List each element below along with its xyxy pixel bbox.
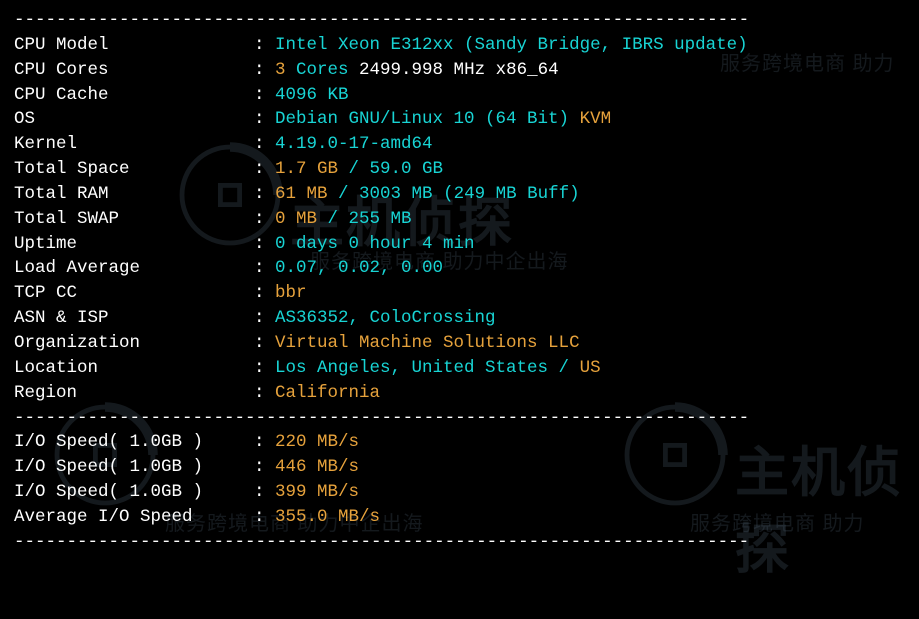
colon-separator: : <box>254 308 275 328</box>
row-value: / <box>349 159 370 179</box>
colon-separator: : <box>254 60 275 80</box>
colon-separator: : <box>254 507 275 527</box>
row-value: 255 MB <box>349 209 412 229</box>
info-row: I/O Speed( 1.0GB ) : 446 MB/s <box>14 455 911 480</box>
separator-line: ----------------------------------------… <box>14 530 911 555</box>
info-row: CPU Cache : 4096 KB <box>14 83 911 108</box>
colon-separator: : <box>254 358 275 378</box>
row-value: 0.07, 0.02, 0.00 <box>275 258 443 278</box>
row-value: 61 MB <box>275 184 338 204</box>
row-value: Virtual Machine Solutions LLC <box>275 333 580 353</box>
colon-separator: : <box>254 482 275 502</box>
row-value: 1.7 GB <box>275 159 349 179</box>
info-row: Location : Los Angeles, United States / … <box>14 356 911 381</box>
info-row: Kernel : 4.19.0-17-amd64 <box>14 132 911 157</box>
row-value: 4.19.0-17-amd64 <box>275 134 433 154</box>
row-value: 220 MB/s <box>275 432 359 452</box>
info-row: CPU Model : Intel Xeon E312xx (Sandy Bri… <box>14 33 911 58</box>
row-label: OS <box>14 107 254 132</box>
row-value: 3 <box>275 60 286 80</box>
colon-separator: : <box>254 109 275 129</box>
separator-line: ----------------------------------------… <box>14 406 911 431</box>
colon-separator: : <box>254 432 275 452</box>
info-row: Organization : Virtual Machine Solutions… <box>14 331 911 356</box>
row-value: ) <box>569 184 580 204</box>
info-row: Total Space : 1.7 GB / 59.0 GB <box>14 157 911 182</box>
colon-separator: : <box>254 258 275 278</box>
info-row: Region : California <box>14 381 911 406</box>
row-value: 399 MB/s <box>275 482 359 502</box>
info-row: I/O Speed( 1.0GB ) : 220 MB/s <box>14 430 911 455</box>
row-value: 0 days 0 hour 4 min <box>275 234 475 254</box>
row-value: ( <box>443 184 454 204</box>
row-label: Average I/O Speed <box>14 505 254 530</box>
row-value: 59.0 GB <box>370 159 444 179</box>
row-value: Los Angeles, United States / <box>275 358 580 378</box>
row-value: 249 MB Buff <box>454 184 570 204</box>
row-label: CPU Cache <box>14 83 254 108</box>
colon-separator: : <box>254 159 275 179</box>
info-row: Uptime : 0 days 0 hour 4 min <box>14 232 911 257</box>
info-row: I/O Speed( 1.0GB ) : 399 MB/s <box>14 480 911 505</box>
row-label: I/O Speed( 1.0GB ) <box>14 455 254 480</box>
colon-separator: : <box>254 333 275 353</box>
row-label: CPU Cores <box>14 58 254 83</box>
colon-separator: : <box>254 134 275 154</box>
colon-separator: : <box>254 184 275 204</box>
row-value: AS36352, ColoCrossing <box>275 308 496 328</box>
row-value: 2499.998 MHz x86_64 <box>359 60 559 80</box>
row-label: TCP CC <box>14 281 254 306</box>
row-label: Load Average <box>14 256 254 281</box>
colon-separator: : <box>254 85 275 105</box>
row-label: Total SWAP <box>14 207 254 232</box>
row-label: Kernel <box>14 132 254 157</box>
row-value: bbr <box>275 283 307 303</box>
system-info-block: CPU Model : Intel Xeon E312xx (Sandy Bri… <box>14 33 911 406</box>
row-value: / <box>338 184 359 204</box>
row-label: CPU Model <box>14 33 254 58</box>
row-value: Debian GNU/Linux 10 (64 Bit) <box>275 109 580 129</box>
row-value: 446 MB/s <box>275 457 359 477</box>
row-label: Total RAM <box>14 182 254 207</box>
info-row: ASN & ISP : AS36352, ColoCrossing <box>14 306 911 331</box>
row-value: Intel Xeon E312xx (Sandy Bridge, IBRS up… <box>275 35 748 55</box>
terminal-output: ----------------------------------------… <box>14 8 911 555</box>
info-row: TCP CC : bbr <box>14 281 911 306</box>
colon-separator: : <box>254 457 275 477</box>
colon-separator: : <box>254 209 275 229</box>
info-row: Total RAM : 61 MB / 3003 MB (249 MB Buff… <box>14 182 911 207</box>
row-label: Uptime <box>14 232 254 257</box>
row-value: Cores <box>286 60 360 80</box>
separator-line: ----------------------------------------… <box>14 8 911 33</box>
colon-separator: : <box>254 383 275 403</box>
colon-separator: : <box>254 283 275 303</box>
row-value: / <box>328 209 349 229</box>
row-value: California <box>275 383 380 403</box>
row-value: 0 MB <box>275 209 328 229</box>
row-value: 355.0 MB/s <box>275 507 380 527</box>
row-label: I/O Speed( 1.0GB ) <box>14 430 254 455</box>
row-label: Location <box>14 356 254 381</box>
colon-separator: : <box>254 35 275 55</box>
row-value: 4096 KB <box>275 85 349 105</box>
row-label: Region <box>14 381 254 406</box>
row-label: Organization <box>14 331 254 356</box>
info-row: Average I/O Speed : 355.0 MB/s <box>14 505 911 530</box>
row-value: 3003 MB <box>359 184 443 204</box>
info-row: Total SWAP : 0 MB / 255 MB <box>14 207 911 232</box>
io-speed-block: I/O Speed( 1.0GB ) : 220 MB/sI/O Speed( … <box>14 430 911 529</box>
row-label: ASN & ISP <box>14 306 254 331</box>
row-value: KVM <box>580 109 612 129</box>
info-row: OS : Debian GNU/Linux 10 (64 Bit) KVM <box>14 107 911 132</box>
info-row: CPU Cores : 3 Cores 2499.998 MHz x86_64 <box>14 58 911 83</box>
colon-separator: : <box>254 234 275 254</box>
row-value: US <box>580 358 601 378</box>
row-label: Total Space <box>14 157 254 182</box>
info-row: Load Average : 0.07, 0.02, 0.00 <box>14 256 911 281</box>
row-label: I/O Speed( 1.0GB ) <box>14 480 254 505</box>
